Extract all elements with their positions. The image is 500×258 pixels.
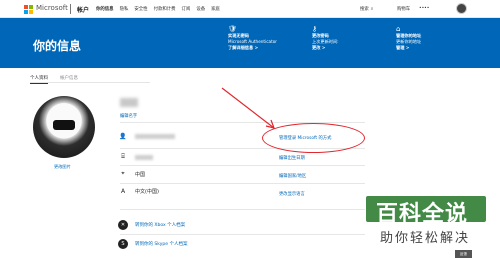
watermark-main: 百科全说 [376, 202, 469, 227]
watermark-logo: 百科全说 助你轻松解决 [362, 190, 500, 250]
annotation-circle [262, 123, 365, 153]
feedback-button[interactable]: 反馈 [455, 250, 472, 258]
watermark-sub: 助你轻松解决 [380, 231, 471, 246]
